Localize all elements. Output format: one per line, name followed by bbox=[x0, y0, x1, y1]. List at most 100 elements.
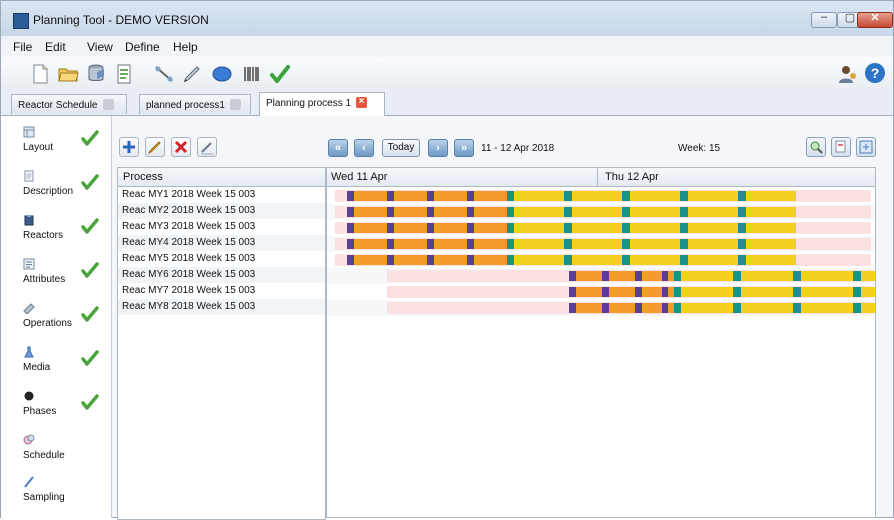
list-item[interactable]: Reac MY4 2018 Week 15 003 bbox=[118, 235, 325, 251]
gantt-bar-segment[interactable] bbox=[609, 271, 635, 281]
gantt-bar-segment[interactable] bbox=[394, 239, 427, 249]
menu-help[interactable]: Help bbox=[173, 40, 198, 54]
gantt-bar-segment[interactable] bbox=[801, 303, 853, 313]
gantt-bar-segment[interactable] bbox=[572, 255, 622, 265]
gantt-bar-segment[interactable] bbox=[674, 287, 681, 297]
gantt-bar-segment[interactable] bbox=[387, 207, 394, 217]
close-button[interactable]: ✕ bbox=[857, 12, 893, 28]
gantt-bar-segment[interactable] bbox=[347, 239, 354, 249]
tab-close-icon[interactable]: × bbox=[356, 96, 368, 108]
gantt-bar-segment[interactable] bbox=[688, 207, 738, 217]
next-button[interactable]: › bbox=[428, 139, 448, 157]
gantt-bar-segment[interactable] bbox=[801, 287, 853, 297]
gantt-bar-segment[interactable] bbox=[630, 207, 680, 217]
gantt-bar-segment[interactable] bbox=[394, 191, 427, 201]
nav-item-media[interactable]: Media bbox=[9, 346, 105, 386]
gantt-bar-segment[interactable] bbox=[467, 191, 474, 201]
gantt-bar-segment[interactable] bbox=[733, 271, 741, 281]
gantt-bar-segment[interactable] bbox=[354, 239, 387, 249]
nav-item-phases[interactable]: Phases bbox=[9, 390, 105, 430]
tab-reactor-schedule[interactable]: Reactor Schedule bbox=[11, 94, 127, 114]
gantt-bar-segment[interactable] bbox=[609, 287, 635, 297]
menu-define[interactable]: Define bbox=[125, 40, 160, 54]
gantt-bar-segment[interactable] bbox=[680, 191, 688, 201]
list-item[interactable]: Reac MY3 2018 Week 15 003 bbox=[118, 219, 325, 235]
add-process-button[interactable] bbox=[119, 137, 139, 157]
gantt-bar-segment[interactable] bbox=[738, 239, 746, 249]
gantt-bar-segment[interactable] bbox=[434, 239, 467, 249]
checklist-icon[interactable] bbox=[113, 63, 135, 85]
minimize-button[interactable]: – bbox=[811, 11, 837, 28]
gantt-bar-segment[interactable] bbox=[688, 191, 738, 201]
gantt-bar-segment[interactable] bbox=[467, 223, 474, 233]
tab-close-icon[interactable] bbox=[229, 99, 241, 110]
gantt-bar-segment[interactable] bbox=[738, 207, 746, 217]
gantt-bar-segment[interactable] bbox=[564, 223, 572, 233]
gantt-bar-segment[interactable] bbox=[569, 303, 576, 313]
gantt-bar-segment[interactable] bbox=[394, 255, 427, 265]
gantt-bar-segment[interactable] bbox=[576, 287, 602, 297]
gantt-bar-segment[interactable] bbox=[688, 223, 738, 233]
pen-icon[interactable] bbox=[181, 63, 203, 85]
list-item[interactable]: Reac MY5 2018 Week 15 003 bbox=[118, 251, 325, 267]
gantt-bar-segment[interactable] bbox=[474, 191, 507, 201]
gantt-bar-segment[interactable] bbox=[347, 191, 354, 201]
gantt-bar-segment[interactable] bbox=[387, 255, 394, 265]
gantt-bar-segment[interactable] bbox=[741, 271, 793, 281]
gantt-bar-segment[interactable] bbox=[853, 287, 861, 297]
gantt-bar-segment[interactable] bbox=[622, 239, 630, 249]
gantt-bar-segment[interactable] bbox=[576, 271, 602, 281]
gantt-bar-segment[interactable] bbox=[434, 255, 467, 265]
gantt-bar-segment[interactable] bbox=[738, 255, 746, 265]
users-icon[interactable] bbox=[837, 63, 859, 85]
gantt-bar-segment[interactable] bbox=[680, 255, 688, 265]
open-folder-icon[interactable] bbox=[57, 63, 79, 85]
nav-item-sampling[interactable]: Sampling bbox=[9, 476, 105, 516]
tab-close-icon[interactable] bbox=[102, 99, 114, 110]
gantt-bar-segment[interactable] bbox=[733, 287, 741, 297]
gantt-bar-segment[interactable] bbox=[861, 303, 875, 313]
check-icon[interactable] bbox=[269, 63, 291, 85]
list-item[interactable]: Reac MY2 2018 Week 15 003 bbox=[118, 203, 325, 219]
gantt-bar-segment[interactable] bbox=[668, 303, 674, 313]
gantt-bar-segment[interactable] bbox=[801, 271, 853, 281]
nav-item-layout[interactable]: Layout bbox=[9, 126, 105, 166]
gantt-bar-segment[interactable] bbox=[572, 191, 622, 201]
gantt-bar-segment[interactable] bbox=[746, 223, 796, 233]
gantt-bar-segment[interactable] bbox=[681, 271, 733, 281]
gantt-bar-segment[interactable] bbox=[853, 271, 861, 281]
gantt-bar-segment[interactable] bbox=[630, 239, 680, 249]
gantt-bar-segment[interactable] bbox=[635, 303, 642, 313]
gantt-bar-segment[interactable] bbox=[662, 287, 668, 297]
gantt-bar-segment[interactable] bbox=[602, 287, 609, 297]
gantt-bar-segment[interactable] bbox=[467, 239, 474, 249]
gantt-bar-segment[interactable] bbox=[741, 303, 793, 313]
gantt-bar-segment[interactable] bbox=[793, 287, 801, 297]
gantt-bar-segment[interactable] bbox=[622, 223, 630, 233]
menu-view[interactable]: View bbox=[87, 40, 113, 54]
gantt-bar-segment[interactable] bbox=[853, 303, 861, 313]
gantt-bar-segment[interactable] bbox=[564, 255, 572, 265]
gantt-bar-segment[interactable] bbox=[668, 287, 674, 297]
gantt-bar-segment[interactable] bbox=[427, 223, 434, 233]
gantt-bar-segment[interactable] bbox=[564, 207, 572, 217]
gantt-bar-segment[interactable] bbox=[746, 255, 796, 265]
gantt-bar-segment[interactable] bbox=[474, 255, 507, 265]
list-item[interactable]: Reac MY8 2018 Week 15 003 bbox=[118, 299, 325, 315]
gantt-bar-segment[interactable] bbox=[630, 255, 680, 265]
gantt-bar-segment[interactable] bbox=[688, 239, 738, 249]
gantt-bar-segment[interactable] bbox=[674, 303, 681, 313]
menu-edit[interactable]: Edit bbox=[45, 40, 66, 54]
gantt-bar-segment[interactable] bbox=[467, 255, 474, 265]
gantt-bar-segment[interactable] bbox=[681, 287, 733, 297]
gantt-bar-segment[interactable] bbox=[514, 239, 564, 249]
gantt-bar-segment[interactable] bbox=[572, 207, 622, 217]
gantt-bar-segment[interactable] bbox=[507, 223, 514, 233]
gantt-bar-segment[interactable] bbox=[576, 303, 602, 313]
gantt-bar-segment[interactable] bbox=[642, 303, 662, 313]
gantt-bar-segment[interactable] bbox=[507, 191, 514, 201]
gantt-bar-segment[interactable] bbox=[635, 287, 642, 297]
gantt-bar-segment[interactable] bbox=[347, 255, 354, 265]
gantt-bar-segment[interactable] bbox=[427, 207, 434, 217]
gantt-bar-segment[interactable] bbox=[688, 255, 738, 265]
